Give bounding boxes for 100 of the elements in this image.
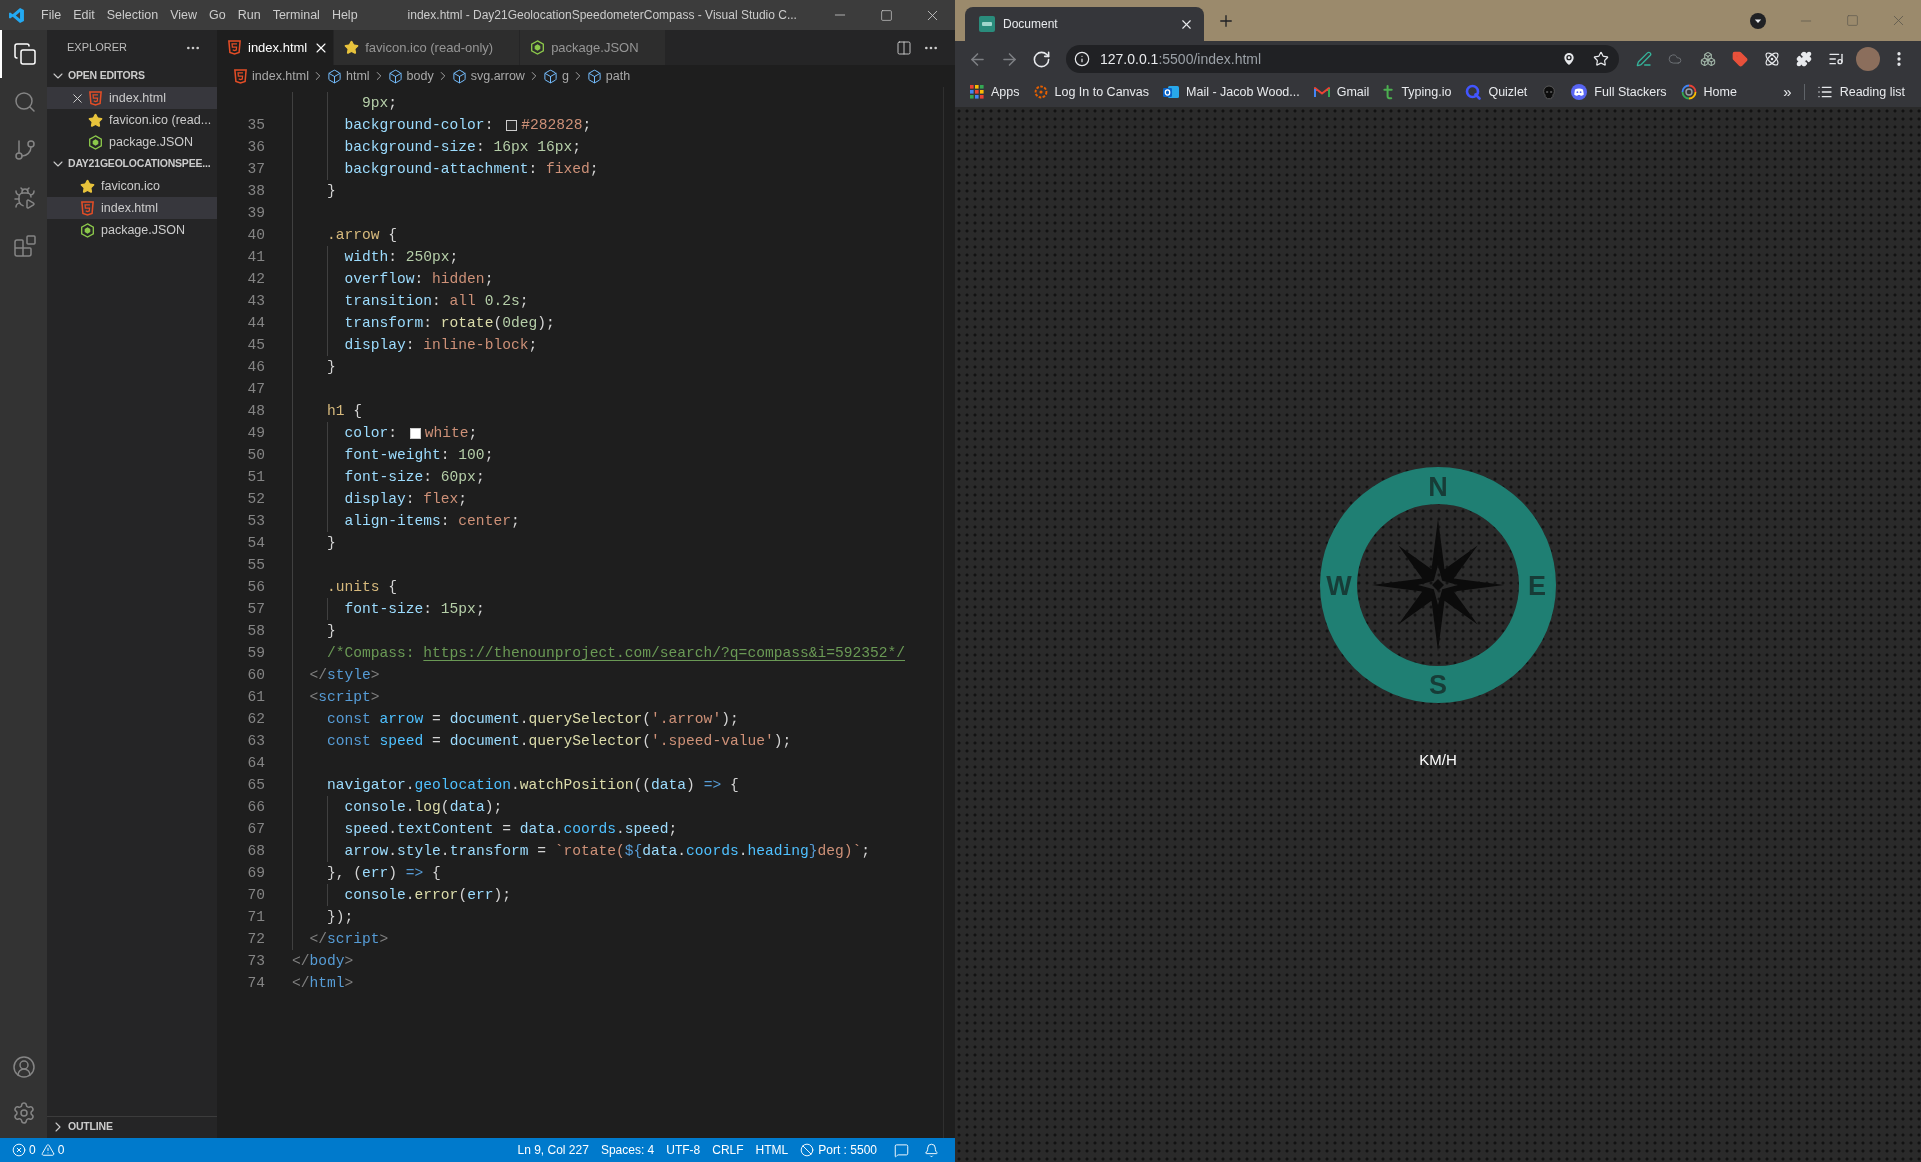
- breadcrumb-item[interactable]: index.html: [233, 66, 309, 86]
- bookmark[interactable]: Typing.io: [1376, 79, 1459, 105]
- breadcrumb-item[interactable]: g: [542, 66, 569, 86]
- code-link[interactable]: https://thenounproject.com/search/?q=compass&i=592352*/: [423, 642, 906, 664]
- bookmark[interactable]: Log In to Canvas: [1026, 79, 1156, 105]
- editor-tab[interactable]: index.html: [217, 30, 335, 65]
- reload-icon[interactable]: [1031, 49, 1051, 69]
- star-icon: [88, 112, 103, 128]
- line-number: 46: [247, 359, 265, 375]
- compass-direction-label: E: [1528, 571, 1546, 602]
- status-item[interactable]: Ln 9, Col 227: [511, 1138, 595, 1162]
- playlist-icon[interactable]: [1828, 51, 1844, 67]
- menu-item[interactable]: Go: [203, 0, 232, 30]
- code-line: }, (err) => {: [327, 864, 441, 883]
- search-icon: [12, 90, 37, 114]
- status-item[interactable]: Port : 5500: [794, 1138, 883, 1162]
- hexagon-icon: [88, 134, 103, 150]
- menu-item[interactable]: Edit: [67, 0, 101, 30]
- cube-icon: [327, 68, 342, 84]
- menu-item[interactable]: Run: [231, 0, 267, 30]
- editor-tab[interactable]: favicon.ico (read-only): [334, 30, 521, 65]
- pen-icon[interactable]: [1636, 51, 1652, 67]
- code-text: /*Compass:: [327, 644, 416, 663]
- explorer-entry[interactable]: favicon.ico (read...: [47, 109, 217, 131]
- menu-item[interactable]: Terminal: [266, 0, 326, 30]
- line-number: 36: [247, 139, 265, 155]
- editor-tab[interactable]: package.JSON: [520, 30, 666, 65]
- bookmark[interactable]: Full Stackers: [1564, 79, 1674, 105]
- atom-icon[interactable]: [1764, 51, 1780, 67]
- line-number: 45: [247, 337, 265, 353]
- explorer-entry[interactable]: package.JSON: [47, 131, 217, 153]
- bookmark[interactable]: Mail - Jacob Wood...: [1156, 79, 1307, 105]
- explorer-entry[interactable]: index.html: [47, 197, 217, 219]
- account-icon[interactable]: [11, 1055, 36, 1079]
- address-bar[interactable]: 127.0.0.1:5500/index.html: [1066, 45, 1619, 73]
- t-logo-icon: [1383, 84, 1395, 100]
- puzzle-icon[interactable]: [1796, 51, 1812, 67]
- code-text: color:: [344, 424, 399, 443]
- code-line: }: [327, 182, 336, 201]
- reading-list-button[interactable]: Reading list: [1810, 79, 1911, 105]
- bookmark[interactable]: Quizlet: [1458, 79, 1535, 105]
- cloud-icon[interactable]: [1668, 52, 1682, 66]
- breadcrumb-item[interactable]: svg.arrow: [451, 66, 525, 86]
- code-line: }: [327, 534, 336, 553]
- status-item[interactable]: Spaces: 4: [594, 1138, 661, 1162]
- breadcrumb-item[interactable]: path: [586, 66, 631, 86]
- line-number: 35: [247, 117, 265, 133]
- avatar[interactable]: [1856, 47, 1880, 71]
- line-number: 68: [247, 843, 265, 859]
- dropdown-icon[interactable]: [1750, 12, 1766, 29]
- section-header[interactable]: OUTLINE: [47, 1117, 217, 1137]
- section-header[interactable]: DAY21GEOLOCATIONSPEE...: [47, 153, 217, 175]
- breadcrumb-item[interactable]: body: [387, 66, 434, 86]
- status-item[interactable]: CRLF: [706, 1138, 750, 1162]
- line-number: 38: [247, 183, 265, 199]
- star-icon: [80, 178, 95, 194]
- line-number: 70: [247, 887, 265, 903]
- line-number: 41: [247, 249, 265, 265]
- code-line: overflow: hidden;: [344, 270, 494, 289]
- status-item[interactable]: HTML: [749, 1138, 795, 1162]
- menu-item[interactable]: Selection: [100, 0, 165, 30]
- bookmark[interactable]: Gmail: [1306, 79, 1377, 105]
- problems-button[interactable]: 0 0: [0, 1138, 71, 1162]
- html-file-icon: [233, 68, 248, 84]
- line-number: 55: [247, 557, 265, 573]
- html-file-icon: [88, 90, 103, 106]
- q-logo-icon: [1465, 84, 1482, 100]
- status-item[interactable]: UTF-8: [660, 1138, 707, 1162]
- tag-icon[interactable]: [1732, 51, 1748, 67]
- menu-item[interactable]: Help: [325, 0, 364, 30]
- feedback-icon[interactable]: [894, 1142, 909, 1158]
- code-line: font-weight: 100;: [344, 446, 494, 465]
- bell-icon[interactable]: [924, 1142, 939, 1158]
- menu-item[interactable]: File: [35, 0, 68, 30]
- explorer-entry[interactable]: favicon.ico: [47, 175, 217, 197]
- logo-icon: [8, 6, 25, 24]
- bookmark[interactable]: Home: [1673, 79, 1744, 105]
- explorer-entry[interactable]: package.JSON: [47, 219, 217, 241]
- warning-icon: [40, 1143, 55, 1157]
- code-line: font-size: 15px;: [344, 600, 485, 619]
- breadcrumb-item[interactable]: html: [327, 66, 370, 86]
- line-number: 44: [247, 315, 265, 331]
- line-number: 57: [247, 601, 265, 617]
- code-line: h1 {: [327, 402, 363, 421]
- code-line: font-size: 60px;: [344, 468, 485, 487]
- split-editor-icon[interactable]: [896, 39, 912, 56]
- cube-icon: [542, 68, 558, 84]
- code-line: </body>: [292, 952, 354, 971]
- star-icon[interactable]: [1593, 51, 1609, 67]
- more-bookmarks-button[interactable]: »: [1777, 80, 1798, 104]
- boxes-icon[interactable]: [1700, 51, 1716, 67]
- section-header[interactable]: OPEN EDITORS: [47, 65, 217, 87]
- explorer-entry[interactable]: index.html: [47, 87, 217, 109]
- browser-tab[interactable]: Document: [965, 7, 1204, 41]
- bookmark[interactable]: Apps: [963, 79, 1027, 105]
- settings-icon[interactable]: [11, 1101, 36, 1125]
- menu-item[interactable]: View: [164, 0, 203, 30]
- line-number: 50: [247, 447, 265, 463]
- code-text: #282828;: [521, 116, 592, 135]
- location-pin-icon[interactable]: [1561, 51, 1577, 67]
